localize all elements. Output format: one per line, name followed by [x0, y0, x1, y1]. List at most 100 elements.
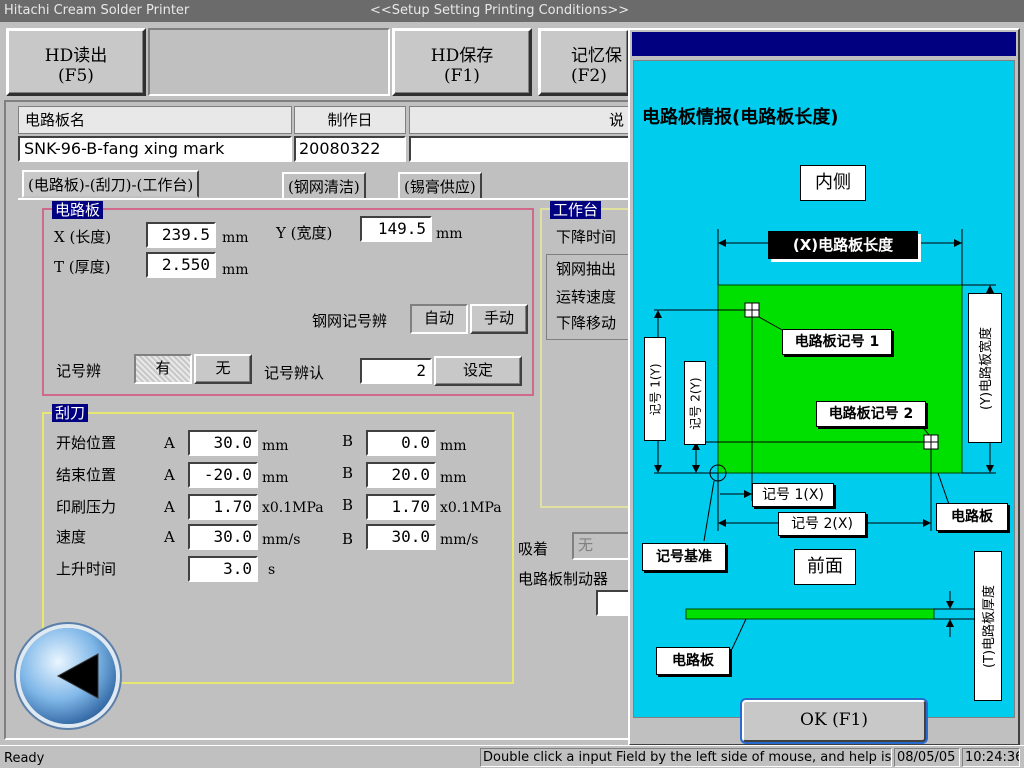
- x-length-label: X (长度): [54, 228, 112, 246]
- status-date: 08/05/05: [894, 748, 960, 767]
- board-name-header: 电路板名: [18, 106, 292, 134]
- hd-save-key: (F1): [444, 66, 480, 86]
- side-board-leader: [731, 618, 747, 650]
- t-arrow-top: [946, 601, 954, 609]
- mark2x-arrow-right: [923, 519, 931, 527]
- mark-no-button[interactable]: 无: [194, 354, 252, 384]
- board-brake-field[interactable]: [596, 590, 630, 616]
- mark1x-arrow: [744, 490, 752, 498]
- tab-paste-supply[interactable]: (锡膏供应): [398, 172, 482, 200]
- tab-board-squeegee-table[interactable]: (电路板)-(刮刀)-(工作台): [22, 170, 200, 198]
- speed-b-field[interactable]: 30.0: [366, 524, 436, 550]
- mark-yes-button[interactable]: 有: [134, 354, 192, 384]
- status-ready: Ready: [4, 751, 45, 766]
- back-arrow-icon: [56, 653, 99, 699]
- mark2-y-label-box: 记号 2(Y): [684, 361, 706, 445]
- x-length-unit: mm: [222, 230, 249, 246]
- mark1-y-label-box: 记号 1(Y): [644, 337, 666, 441]
- table-line-1: 钢网抽出: [556, 258, 628, 279]
- y-dim-arrow-bottom: [986, 465, 994, 473]
- auto-button[interactable]: 自动: [410, 304, 468, 334]
- back-button[interactable]: [20, 628, 116, 724]
- mark-confirm-label: 记号辨认: [264, 364, 325, 382]
- side-board: [685, 608, 935, 620]
- t-thickness-label: (T)电路板厚度: [982, 584, 998, 668]
- hd-save-label: HD保存: [430, 46, 494, 66]
- dialog-titlebar[interactable]: [632, 32, 1016, 56]
- board-group-title: 电路板: [52, 201, 104, 219]
- board-name-field[interactable]: SNK-96-B-fang xing mark: [18, 136, 292, 162]
- mark2-label: 电路板记号 2: [816, 401, 926, 427]
- t-thickness-unit: mm: [222, 262, 249, 278]
- front-label: 前面: [794, 549, 856, 585]
- status-time: 10:24:36: [962, 748, 1020, 767]
- tab-divider: [18, 198, 630, 200]
- memory-save-button[interactable]: 记忆保 (F2): [538, 28, 630, 96]
- stencil-mark-label: 钢网记号辨: [312, 312, 388, 330]
- mark-ref-leader: [703, 480, 715, 542]
- set-button[interactable]: 设定: [434, 356, 522, 386]
- status-hint: Double click a input Field by the left s…: [480, 748, 892, 767]
- mark2x-arrow-left: [718, 519, 726, 527]
- date-header: 制作日: [294, 106, 406, 134]
- rise-time-field[interactable]: 3.0: [188, 556, 258, 582]
- b-label: B: [342, 496, 354, 514]
- y-width-label: (Y)电路板宽度: [979, 326, 995, 410]
- memory-save-label: 记忆保: [571, 46, 622, 66]
- rise-time-label: 上升时间: [56, 560, 117, 578]
- window-caption: <<Setup Setting Printing Conditions>>: [370, 3, 630, 18]
- a-label: A: [164, 498, 175, 516]
- end-pos-label: 结束位置: [56, 466, 117, 484]
- start-pos-label: 开始位置: [56, 434, 117, 452]
- speed-b-unit: mm/s: [440, 532, 479, 548]
- t-thickness-label-box: (T)电路板厚度: [974, 551, 1002, 701]
- toolbar-spacer: [148, 28, 390, 96]
- pressure-a-unit: x0.1MPa: [262, 500, 324, 516]
- pressure-a-field[interactable]: 1.70: [188, 494, 258, 520]
- end-pos-b-unit: mm: [440, 470, 467, 486]
- mark1-label: 电路板记号 1: [782, 329, 892, 355]
- a-label: A: [164, 434, 175, 452]
- hd-save-button[interactable]: HD保存 (F1): [392, 28, 532, 96]
- a-label: A: [164, 528, 175, 546]
- speed-a-field[interactable]: 30.0: [188, 524, 258, 550]
- t-arrow-bottom: [946, 619, 954, 627]
- mark1-y-label: 记号 1(Y): [648, 362, 663, 416]
- desc-field[interactable]: [409, 136, 631, 162]
- mark1y-arrow-top: [654, 310, 662, 318]
- suction-select[interactable]: 无: [572, 532, 630, 560]
- end-pos-b-field[interactable]: 20.0: [366, 462, 436, 488]
- hd-read-button[interactable]: HD读出 (F5): [6, 28, 146, 96]
- mark-confirm-field[interactable]: 2: [360, 358, 432, 384]
- mark2y-arrow-bottom: [692, 465, 700, 473]
- end-pos-a-unit: mm: [262, 470, 289, 486]
- start-pos-b-field[interactable]: 0.0: [366, 430, 436, 456]
- t-thickness-field[interactable]: 2.550: [146, 252, 216, 278]
- y-dim-arrow-top: [986, 285, 994, 293]
- mark1y-arrow-bottom: [654, 465, 662, 473]
- start-pos-a-field[interactable]: 30.0: [188, 430, 258, 456]
- b-label: B: [342, 464, 354, 482]
- tab-stencil-cleaning[interactable]: (钢网清洁): [282, 172, 366, 200]
- manual-button[interactable]: 手动: [470, 304, 528, 334]
- a-label: A: [164, 466, 175, 484]
- pressure-b-unit: x0.1MPa: [440, 500, 502, 516]
- board-info-dialog: 电路板情报(电路板长度) 内侧 (X)电路板长度 电路板记号 1 电路板记号 2…: [628, 28, 1020, 746]
- title-bar: Hitachi Cream Solder Printer <<Setup Set…: [0, 0, 1024, 22]
- pressure-b-field[interactable]: 1.70: [366, 494, 436, 520]
- board-label: 电路板: [936, 503, 1008, 531]
- b-label: B: [342, 432, 354, 450]
- date-field[interactable]: 20080322: [294, 136, 406, 162]
- mark1-x-label: 记号 1(X): [752, 483, 834, 507]
- y-width-field[interactable]: 149.5: [360, 216, 432, 242]
- x-length-field[interactable]: 239.5: [146, 222, 216, 248]
- start-pos-a-unit: mm: [262, 438, 289, 454]
- status-bar: Ready Double click a input Field by the …: [0, 745, 1024, 768]
- ok-button[interactable]: OK (F1): [742, 700, 926, 742]
- end-pos-a-field[interactable]: -20.0: [188, 462, 258, 488]
- y-width-label-box: (Y)电路板宽度: [968, 293, 1002, 443]
- table-group: [540, 208, 630, 508]
- board-brake-label: 电路板制动器: [518, 570, 609, 588]
- t-thickness-label: T (厚度): [54, 258, 111, 276]
- side-board-label: 电路板: [656, 647, 730, 675]
